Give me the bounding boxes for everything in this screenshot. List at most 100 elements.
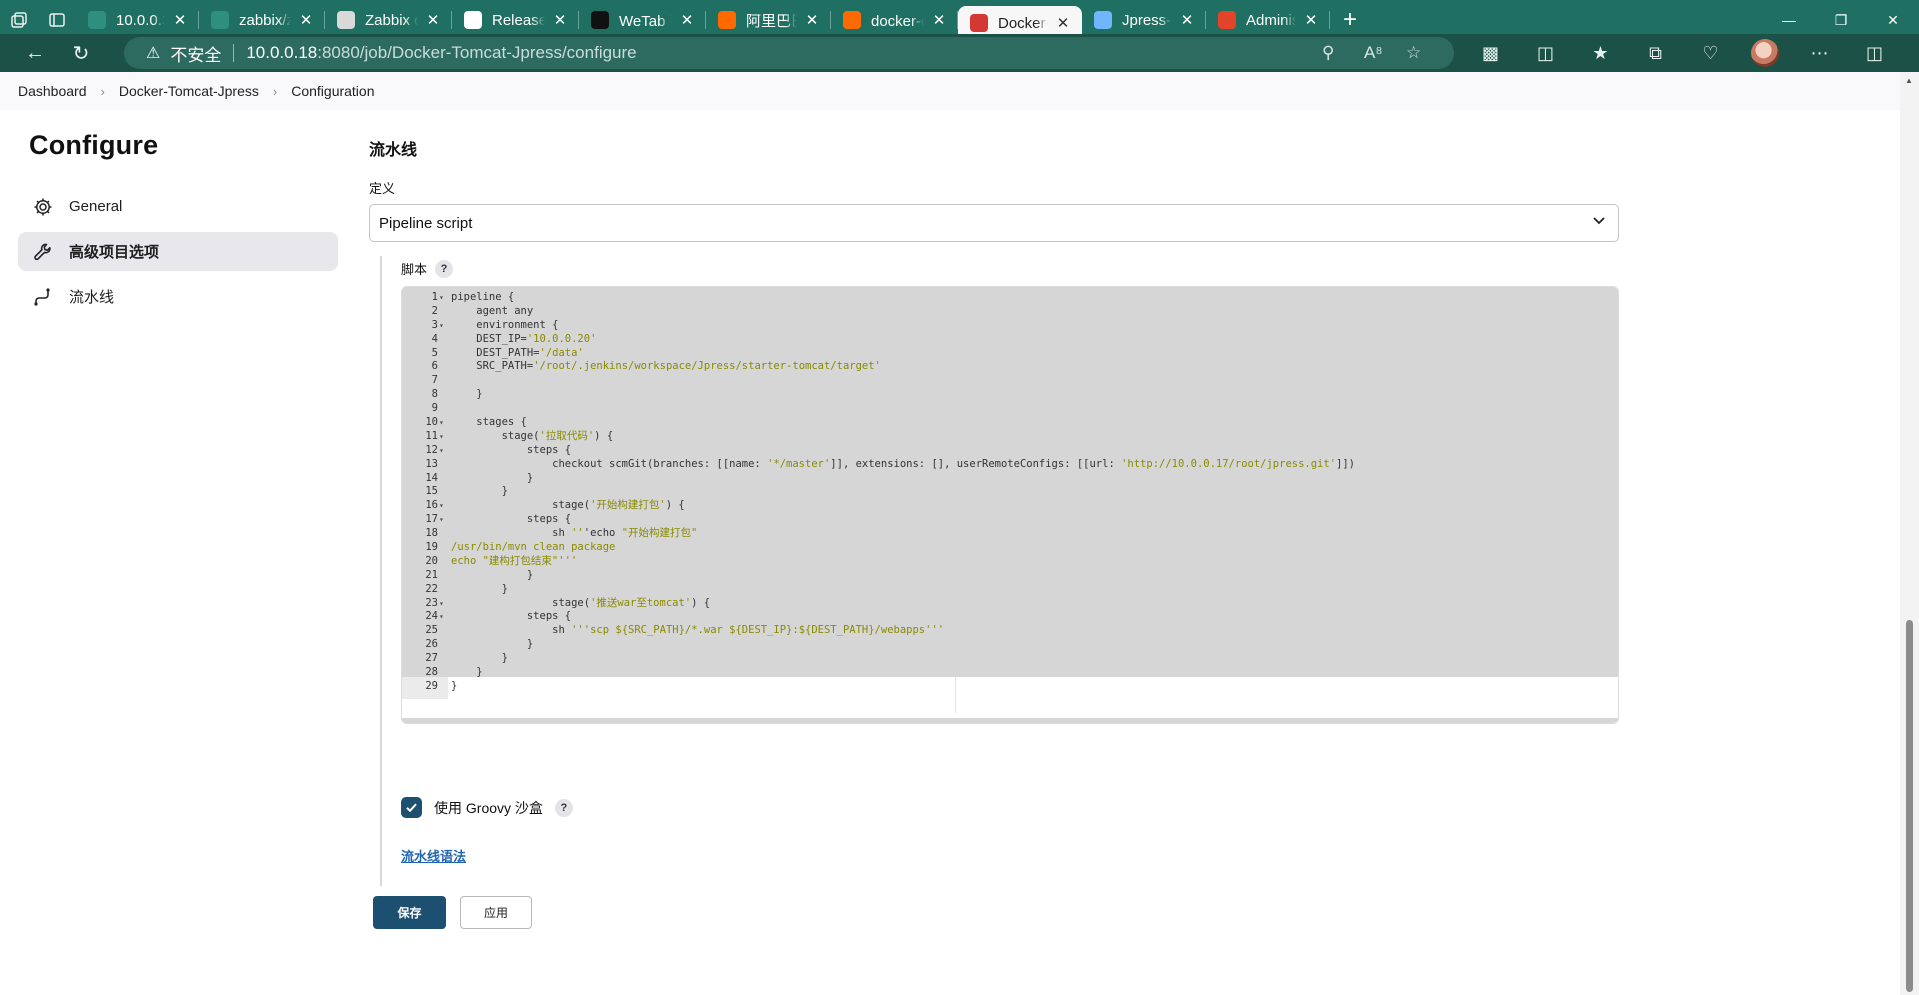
groovy-sandbox-row[interactable]: 使用 Groovy 沙盒 ? bbox=[401, 797, 573, 818]
sidebar-item-advanced[interactable]: 高级项目选项 bbox=[18, 232, 338, 271]
address-bar[interactable]: ⚠ 不安全 10.0.0.18:8080/job/Docker-Tomcat-J… bbox=[124, 37, 1454, 69]
back-icon[interactable]: ← bbox=[12, 34, 58, 72]
definition-select[interactable]: Pipeline script bbox=[369, 204, 1619, 242]
code-text: sh '''echo "开始构建打包" bbox=[451, 527, 698, 540]
save-button[interactable]: 保存 bbox=[373, 896, 446, 929]
line-number: 7 bbox=[431, 374, 438, 387]
fold-toggle-icon[interactable]: ▾ bbox=[439, 610, 444, 624]
code-line: 2 agent any bbox=[402, 305, 1618, 319]
code-lines[interactable]: 1 ▾ pipeline {2 agent any 3 ▾ environment {4… bbox=[402, 291, 1618, 694]
fold-toggle-icon[interactable]: ▾ bbox=[439, 291, 444, 305]
fold-toggle-icon[interactable]: ▾ bbox=[439, 416, 444, 430]
code-text: steps { bbox=[451, 443, 572, 456]
sidebar-item-general[interactable]: General bbox=[18, 187, 338, 226]
breadcrumb-job[interactable]: Docker-Tomcat-Jpress bbox=[119, 83, 259, 99]
code-line: 10 ▾ stages { bbox=[402, 416, 1618, 430]
editor-horizontal-scrollbar[interactable] bbox=[402, 718, 1618, 723]
profile-avatar[interactable] bbox=[1751, 39, 1779, 67]
code-line: 21 } bbox=[402, 569, 1618, 583]
fold-toggle-icon[interactable]: ▾ bbox=[439, 444, 444, 458]
line-number: 23 bbox=[425, 596, 438, 609]
refresh-icon[interactable]: ↻ bbox=[58, 34, 104, 72]
sidebar-toggle-icon[interactable]: ◫ bbox=[1847, 34, 1902, 72]
definition-label: 定义 bbox=[369, 181, 396, 196]
more-menu-icon[interactable]: ⋯ bbox=[1792, 34, 1847, 72]
extensions-icon[interactable]: ▩ bbox=[1463, 34, 1518, 72]
pipeline-icon bbox=[32, 286, 54, 308]
line-number: 26 bbox=[425, 638, 438, 651]
zoom-icon[interactable]: ⚲ bbox=[1322, 43, 1334, 63]
page-scrollbar[interactable]: ▲ bbox=[1900, 72, 1919, 995]
line-number: 11 bbox=[425, 429, 438, 442]
code-line: 20 echo "建构打包结束"''' bbox=[402, 555, 1618, 569]
fold-toggle-icon[interactable]: ▾ bbox=[439, 430, 444, 444]
code-line: 17 ▾ steps { bbox=[402, 513, 1618, 527]
line-number: 4 bbox=[431, 332, 438, 345]
browser-tab-label: Zabbix docker bbox=[365, 11, 418, 29]
code-line: 14 } bbox=[402, 471, 1618, 486]
browser-tab-label: Release con bbox=[492, 11, 545, 29]
code-text: } bbox=[451, 666, 483, 679]
line-number: 14 bbox=[425, 471, 438, 484]
definition-selected-value: Pipeline script bbox=[379, 214, 473, 232]
code-text: } bbox=[451, 638, 534, 651]
breadcrumb-dashboard[interactable]: Dashboard bbox=[18, 83, 87, 99]
close-tab-icon[interactable]: ✕ bbox=[1178, 11, 1196, 29]
fold-toggle-icon[interactable]: ▾ bbox=[439, 513, 444, 527]
close-tab-icon[interactable]: ✕ bbox=[1302, 11, 1320, 29]
close-tab-icon[interactable]: ✕ bbox=[297, 11, 315, 29]
breadcrumb: Dashboard › Docker-Tomcat-Jpress › Confi… bbox=[0, 72, 1900, 110]
groovy-sandbox-checkbox[interactable] bbox=[401, 797, 422, 818]
code-text: steps { bbox=[451, 513, 572, 526]
code-line: 13 checkout scmGit(branches: [[name: '*/… bbox=[402, 458, 1618, 472]
collections-icon[interactable]: ⧉ bbox=[1628, 34, 1683, 72]
line-number: 5 bbox=[431, 346, 438, 359]
code-line: 16 ▾ stage('开始构建打包') { bbox=[402, 499, 1618, 513]
scrollbar-thumb[interactable] bbox=[1906, 620, 1913, 992]
read-aloud-icon[interactable]: A⁸ bbox=[1364, 43, 1383, 63]
close-tab-icon[interactable]: ✕ bbox=[424, 11, 442, 29]
code-line: 23 ▾ stage('推送war至tomcat') { bbox=[402, 596, 1618, 611]
sidebar-item-pipeline[interactable]: 流水线 bbox=[18, 277, 338, 316]
help-icon[interactable]: ? bbox=[554, 798, 573, 817]
close-tab-icon[interactable]: ✕ bbox=[551, 11, 569, 29]
sidebar-item-label: 流水线 bbox=[69, 289, 115, 306]
browser-tab-label: WeTab 新标 bbox=[619, 12, 672, 30]
code-text: DEST_IP='10.0.0.20' bbox=[451, 332, 597, 345]
script-editor[interactable]: 1 ▾ pipeline {2 agent any 3 ▾ environment {4… bbox=[401, 286, 1619, 724]
breadcrumb-configuration[interactable]: Configuration bbox=[291, 83, 374, 99]
apply-button[interactable]: 应用 bbox=[460, 896, 532, 929]
close-tab-icon[interactable]: ✕ bbox=[803, 11, 821, 29]
close-tab-icon[interactable]: ✕ bbox=[930, 11, 948, 29]
github-icon bbox=[464, 11, 482, 29]
fold-toggle-icon[interactable]: ▾ bbox=[439, 597, 444, 611]
wrench-icon bbox=[32, 241, 54, 263]
code-text: } bbox=[451, 679, 458, 692]
gear-icon bbox=[32, 196, 54, 218]
browser-tab-label: Jpress-v3 [J bbox=[1122, 11, 1172, 29]
fold-toggle-icon[interactable]: ▾ bbox=[439, 319, 444, 333]
split-screen-icon[interactable]: ◫ bbox=[1518, 34, 1573, 72]
section-title: 流水线 bbox=[369, 142, 418, 159]
code-text: environment { bbox=[451, 318, 559, 331]
line-number: 19 bbox=[425, 541, 438, 554]
sidebar-item-label: General bbox=[69, 198, 123, 215]
line-number: 28 bbox=[425, 666, 438, 679]
code-line: 7 bbox=[402, 374, 1618, 388]
fold-toggle-icon[interactable]: ▾ bbox=[439, 499, 444, 513]
favorites-icon[interactable]: ★ bbox=[1573, 34, 1628, 72]
chevron-right-icon: › bbox=[100, 83, 105, 99]
close-tab-icon[interactable]: ✕ bbox=[678, 11, 696, 29]
scroll-up-icon[interactable]: ▲ bbox=[1905, 76, 1913, 85]
code-text: /usr/bin/mvn clean package bbox=[451, 541, 616, 554]
favorite-star-icon[interactable]: ☆ bbox=[1406, 43, 1421, 63]
close-tab-icon[interactable]: ✕ bbox=[171, 11, 189, 29]
code-line: 25 sh '''scp ${SRC_PATH}/*.war ${DEST_IP… bbox=[402, 624, 1618, 638]
code-text: } bbox=[451, 471, 534, 484]
pipeline-syntax-link[interactable]: 流水线语法 bbox=[401, 846, 466, 865]
close-tab-icon[interactable]: ✕ bbox=[1054, 14, 1072, 32]
code-line: 18 sh '''echo "开始构建打包" bbox=[402, 527, 1618, 541]
browser-essentials-icon[interactable]: ♡ bbox=[1683, 34, 1738, 72]
code-line: 19/usr/bin/mvn clean package bbox=[402, 541, 1618, 555]
help-icon[interactable]: ? bbox=[435, 259, 454, 278]
